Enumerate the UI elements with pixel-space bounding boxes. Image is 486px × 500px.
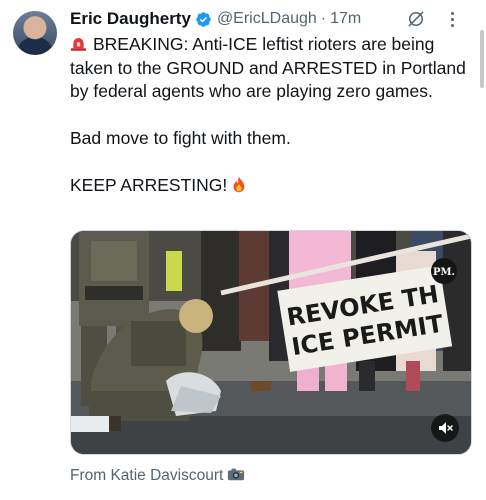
author-handle[interactable]: @EricLDaugh — [217, 10, 317, 28]
fire-emoji — [233, 176, 245, 193]
media-source: From Katie Daviscourt — [70, 466, 245, 485]
more-icon[interactable] — [444, 8, 460, 30]
keep-arresting-paragraph: KEEP ARRESTING! — [70, 174, 470, 198]
author-name[interactable]: Eric Daugherty — [70, 9, 191, 29]
verified-badge-icon — [196, 11, 211, 27]
breaking-paragraph: BREAKING: Anti-ICE leftist rioters are b… — [70, 33, 470, 104]
tweet-header: Eric Daugherty @EricLDaugh · 17m — [70, 8, 472, 30]
separator-dot: · — [320, 10, 327, 27]
camera-emoji — [228, 468, 245, 481]
watermark: PM. — [433, 267, 455, 278]
tweet-text: BREAKING: Anti-ICE leftist rioters are b… — [70, 33, 470, 198]
video-frame: REVOKE TH ICE PERMIT PM. — [71, 231, 471, 454]
author-avatar[interactable] — [13, 11, 57, 55]
grok-icon[interactable] — [406, 9, 426, 29]
tweet-timestamp[interactable]: 17m — [330, 10, 361, 28]
scrollbar[interactable] — [480, 30, 484, 88]
mute-button[interactable] — [431, 414, 459, 442]
breaking-text: BREAKING: Anti-ICE leftist rioters are b… — [70, 34, 466, 101]
keep-arresting-text: KEEP ARRESTING! — [70, 175, 228, 195]
bad-move-text: Bad move to fight with them. — [70, 128, 291, 148]
mute-icon — [439, 422, 453, 434]
tweet-video[interactable]: REVOKE TH ICE PERMIT PM. — [70, 230, 472, 455]
source-text: From Katie Daviscourt — [70, 467, 224, 484]
siren-emoji — [70, 38, 87, 51]
